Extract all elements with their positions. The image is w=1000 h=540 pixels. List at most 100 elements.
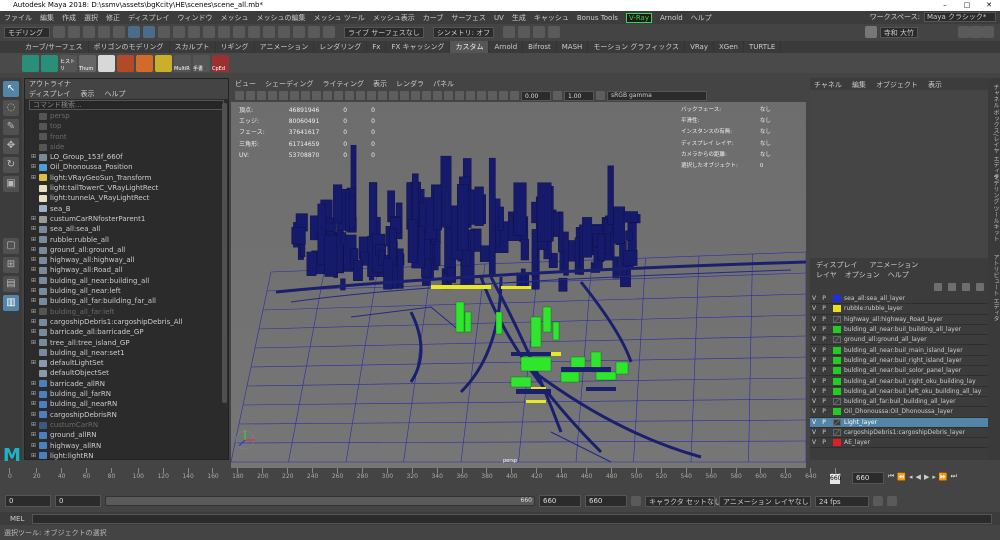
layer-color-swatch[interactable] (833, 356, 841, 364)
layer-playback-toggle[interactable]: P (818, 347, 830, 354)
outliner-item[interactable]: light:tallTowerC_VRayLightRect (25, 183, 228, 193)
layer-row[interactable]: V Pbulding_all_near:buil_solor_panel_laye… (810, 366, 988, 377)
outliner-item[interactable]: ⊞ ground_allRN (25, 430, 228, 440)
channel-box-toggle-icon[interactable] (958, 26, 970, 38)
select-component-icon[interactable] (158, 26, 170, 38)
menu-item[interactable]: カーブ (423, 13, 444, 23)
field-chart-icon[interactable] (323, 91, 332, 100)
outliner-item[interactable]: ⊞ light:VRayGeoSun_Transform (25, 173, 228, 183)
character-set-dropdown[interactable]: キャラクタ セットなし (645, 495, 721, 507)
menu-item[interactable]: サーフェス (451, 13, 486, 23)
layer-visibility-toggle[interactable]: V (810, 316, 818, 323)
layer-visibility-toggle[interactable]: V (810, 367, 818, 374)
select-tool-icon[interactable]: ↖ (3, 81, 19, 97)
menu-item[interactable]: メッシュ (221, 13, 249, 23)
new-layer-icon[interactable] (962, 283, 970, 291)
expand-icon[interactable]: ⊞ (31, 255, 39, 265)
viewport-menu-item[interactable]: ビュー (235, 79, 256, 89)
camera-select-icon[interactable] (235, 91, 244, 100)
layer-row[interactable]: V PcargoshipDebris1:cargoshipDebris_layer (810, 427, 988, 439)
xray-joints-icon[interactable] (488, 91, 497, 100)
redo-icon[interactable] (113, 26, 125, 38)
move-layer-down-icon[interactable] (948, 283, 956, 291)
channel-box-menu-item[interactable]: オブジェクト (876, 80, 918, 90)
layer-playback-toggle[interactable]: P (818, 429, 830, 436)
outliner-item[interactable]: ⊞ bulding_all_far:left (25, 307, 228, 317)
light-editor-icon[interactable] (323, 26, 335, 38)
menu-item[interactable]: Arnold (660, 14, 683, 22)
layer-color-swatch[interactable] (833, 336, 841, 344)
expand-icon[interactable]: ⊞ (31, 420, 39, 430)
menu-item[interactable]: Bonus Tools (577, 14, 618, 22)
safe-action-icon[interactable] (334, 91, 343, 100)
paint-select-tool-icon[interactable]: ✎ (3, 119, 19, 135)
layer-visibility-toggle[interactable]: V (810, 305, 818, 312)
expand-icon[interactable]: ⊞ (31, 441, 39, 451)
expand-icon[interactable]: ⊞ (31, 358, 39, 368)
layer-color-swatch[interactable] (833, 367, 841, 375)
current-frame-field[interactable]: 660 (852, 472, 884, 484)
play-back-icon[interactable]: ◀ (916, 473, 921, 481)
menu-item[interactable]: ウィンドウ (178, 13, 213, 23)
layer-visibility-toggle[interactable]: V (810, 295, 818, 302)
layer-color-swatch[interactable] (833, 346, 841, 354)
shelf-tab[interactable]: カーブ/サーフェス (20, 41, 89, 53)
lasso-tool-icon[interactable]: ◌ (3, 100, 19, 116)
outliner-item[interactable]: ⊞ barricade_allRN (25, 379, 228, 389)
tool-settings-toggle-icon[interactable] (982, 26, 994, 38)
live-surface-field[interactable]: ライブ サーフェスなし (344, 26, 424, 38)
xray-components-icon[interactable] (499, 91, 508, 100)
shelf-tool-icon[interactable]: 手書 (193, 54, 210, 72)
outliner-item[interactable]: ⊞ highway_allRN (25, 441, 228, 451)
channel-box-menu-item[interactable]: 編集 (852, 80, 866, 90)
layer-color-swatch[interactable] (833, 295, 841, 303)
outliner-menu-item[interactable]: ディスプレイ (29, 89, 71, 99)
layer-visibility-toggle[interactable]: V (810, 429, 818, 436)
outliner-item[interactable]: ⊞ custumCarRNfosterParent1 (25, 214, 228, 224)
go-start-icon[interactable]: ⏮ (888, 472, 894, 481)
expand-icon[interactable]: ⊞ (31, 173, 39, 183)
outliner-persp-layout-icon[interactable]: ▥ (3, 295, 19, 311)
channel-box-menu-item[interactable]: チャネル (814, 80, 842, 90)
expand-icon[interactable]: ⊞ (31, 389, 39, 399)
expand-icon[interactable]: ⊞ (31, 430, 39, 440)
layer-row[interactable]: V Pbulding_all_far:buil_building_all_laye… (810, 396, 988, 408)
expand-icon[interactable]: ⊞ (31, 245, 39, 255)
shelf-tab[interactable]: MASH (557, 41, 589, 53)
textured-icon[interactable] (389, 91, 398, 100)
sculpt-icon[interactable] (518, 26, 531, 38)
render-icon[interactable] (248, 26, 260, 38)
range-start-field[interactable]: 0 (55, 495, 101, 507)
shelf-tool-icon[interactable] (41, 54, 58, 72)
layer-color-swatch[interactable] (833, 398, 841, 406)
xgen-icon[interactable] (548, 26, 561, 38)
shelf-tab[interactable]: TURTLE (744, 41, 782, 53)
outliner-item[interactable]: ⊞ tree_all:tree_island_GP (25, 338, 228, 348)
layer-row[interactable]: V P AE_layer (810, 438, 988, 449)
layer-row[interactable]: V Psea_all:sea_all_layer (810, 294, 988, 305)
hypershade-icon[interactable] (293, 26, 305, 38)
auto-key-icon[interactable] (887, 496, 897, 506)
shelf-tab[interactable]: スカルプト (170, 41, 216, 53)
outliner-item[interactable]: ⊞ bulding_all_near:left (25, 286, 228, 296)
menu-item[interactable]: メッシュの編集 (257, 13, 306, 23)
layer-visibility-toggle[interactable]: V (810, 439, 818, 446)
use-all-lights-icon[interactable] (400, 91, 409, 100)
menu-item[interactable]: キャッシュ (534, 13, 569, 23)
layer-row[interactable]: V Pbulding_all_near:buil_right_island_lay… (810, 355, 988, 367)
undo-icon[interactable] (98, 26, 110, 38)
layer-playback-toggle[interactable]: P (818, 439, 830, 446)
outliner-search-input[interactable]: コマンド検索... (29, 100, 224, 110)
layer-playback-toggle[interactable]: P (818, 378, 830, 385)
side-tab-modeling-toolkit[interactable]: モデリング ツールキット (991, 174, 1000, 242)
film-gate-icon[interactable] (290, 91, 299, 100)
gamma-field[interactable]: 1.00 (564, 90, 594, 101)
ambient-occlusion-icon[interactable] (422, 91, 431, 100)
step-back-icon[interactable]: ◂ (909, 473, 913, 481)
outliner-item[interactable]: light:tunnelA_VRayLightRect (25, 193, 228, 203)
shelf-tool-icon[interactable] (136, 54, 153, 72)
expand-icon[interactable]: ⊞ (31, 451, 39, 461)
shelf-tool-icon[interactable] (98, 54, 115, 72)
outliner-item[interactable]: ⊞ bulding_all_nearRN (25, 399, 228, 409)
menu-item[interactable]: 選択 (84, 13, 98, 23)
